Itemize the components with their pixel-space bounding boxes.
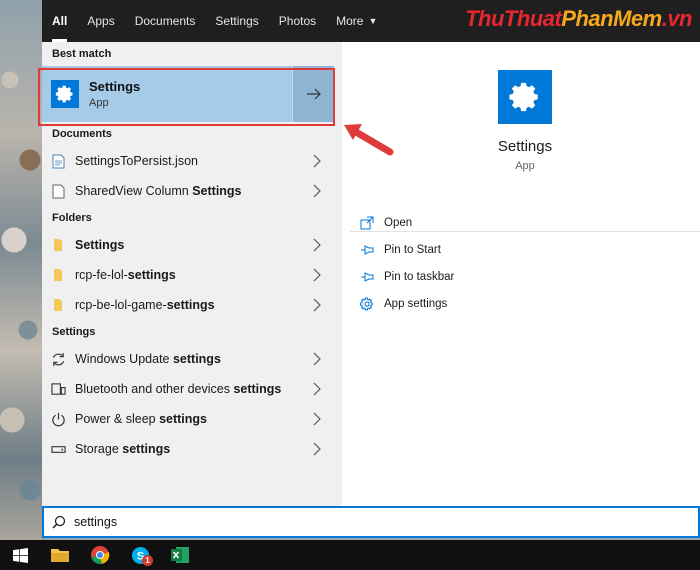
taskbar: S 1	[0, 540, 700, 570]
chevron-right-icon	[313, 382, 321, 396]
gear-icon	[51, 80, 79, 108]
section-best-match: Best match	[52, 48, 112, 60]
excel-icon	[171, 547, 189, 563]
chevron-right-icon	[313, 298, 321, 312]
result-label: Settings	[75, 238, 125, 252]
tab-settings[interactable]: Settings	[205, 0, 268, 42]
tab-photos[interactable]: Photos	[269, 0, 326, 42]
result-label: SharedView Column Settings	[75, 184, 242, 198]
folder-icon	[51, 549, 69, 562]
watermark-logo: ThuThuatPhanMem.vn	[465, 6, 692, 32]
taskbar-file-explorer[interactable]	[40, 540, 80, 570]
section-folders: Folders	[52, 212, 92, 224]
arrow-right-icon	[306, 88, 321, 100]
search-box[interactable]	[42, 506, 700, 538]
tab-more[interactable]: More ▼	[326, 0, 387, 42]
chrome-icon	[91, 546, 110, 564]
expand-arrow-button[interactable]	[292, 66, 334, 122]
action-pin-to-taskbar[interactable]: Pin to taskbar	[360, 267, 454, 287]
result-label: rcp-fe-lol-settings	[75, 268, 176, 282]
sync-icon	[50, 351, 66, 367]
tab-all[interactable]: All	[42, 0, 77, 42]
setting-result[interactable]: Bluetooth and other devices settings	[42, 374, 342, 404]
document-result[interactable]: SharedView Column Settings	[42, 176, 342, 206]
action-label: Pin to Start	[384, 244, 441, 256]
action-pin-to-start[interactable]: Pin to Start	[360, 240, 441, 260]
section-settings: Settings	[52, 326, 96, 338]
desktop-background	[0, 0, 42, 540]
best-match-main[interactable]: Settings App	[42, 66, 292, 122]
action-app-settings[interactable]: App settings	[360, 294, 447, 314]
best-match-item[interactable]: Settings App	[42, 66, 334, 122]
folder-icon	[50, 237, 66, 253]
result-label: Windows Update settings	[75, 352, 221, 366]
windows-logo-icon	[12, 547, 28, 563]
tab-label: Settings	[215, 14, 259, 28]
chevron-right-icon	[313, 442, 321, 456]
best-match-subtitle: App	[89, 97, 109, 109]
document-result[interactable]: SettingsToPersist.json	[42, 146, 342, 176]
section-documents: Documents	[52, 128, 112, 140]
result-label: Bluetooth and other devices settings	[75, 382, 282, 396]
setting-result[interactable]: Windows Update settings	[42, 344, 342, 374]
preview-title: Settings	[497, 138, 553, 155]
setting-result[interactable]: Storage settings	[42, 434, 342, 464]
chevron-right-icon	[313, 352, 321, 366]
storage-icon	[50, 441, 66, 457]
logo-text: ThuThuat	[465, 6, 562, 31]
taskbar-skype[interactable]: S 1	[120, 540, 160, 570]
power-icon	[50, 411, 66, 427]
search-icon	[52, 515, 66, 529]
folder-result[interactable]: rcp-be-lol-game-settings	[42, 290, 342, 320]
json-file-icon	[50, 153, 66, 169]
preview-panel: Settings App Open Pin to Start Pin to ta…	[342, 42, 700, 506]
folder-result[interactable]: Settings	[42, 230, 342, 260]
devices-icon	[50, 381, 66, 397]
tab-apps[interactable]: Apps	[77, 0, 124, 42]
tab-label: Documents	[134, 14, 196, 28]
pin-icon	[360, 270, 374, 284]
file-icon	[50, 183, 66, 199]
open-icon	[360, 216, 374, 230]
action-label: Pin to taskbar	[384, 271, 455, 283]
action-label: Open	[384, 217, 413, 229]
setting-result[interactable]: Power & sleep settings	[42, 404, 342, 434]
folder-icon	[50, 267, 66, 283]
preview-subtitle: App	[515, 160, 535, 172]
taskbar-excel[interactable]	[160, 540, 200, 570]
tab-label: More	[336, 14, 364, 28]
best-match-title: Settings	[89, 79, 141, 94]
chevron-right-icon	[313, 238, 321, 252]
taskbar-chrome[interactable]	[80, 540, 120, 570]
logo-text: .vn	[661, 6, 693, 31]
chevron-right-icon	[313, 268, 321, 282]
tab-documents[interactable]: Documents	[125, 0, 206, 42]
notification-badge: 1	[142, 555, 153, 566]
results-panel: Best match Settings App Documents Settin…	[42, 42, 342, 506]
tab-label: Photos	[278, 14, 317, 28]
logo-text: PhanMem	[561, 6, 662, 31]
annotation-arrow	[344, 124, 394, 156]
action-label: App settings	[384, 298, 448, 310]
search-scope-tabs: All Apps Documents Settings Photos More ▼…	[42, 0, 700, 42]
tab-label: All	[52, 14, 68, 28]
result-label: Storage settings	[75, 442, 171, 456]
chevron-right-icon	[313, 412, 321, 426]
search-input[interactable]	[74, 515, 634, 529]
gear-icon	[360, 297, 374, 311]
result-label: Power & sleep settings	[75, 412, 208, 426]
chevron-right-icon	[313, 184, 321, 198]
action-open[interactable]: Open	[360, 213, 412, 233]
start-button[interactable]	[0, 540, 40, 570]
folder-icon	[50, 297, 66, 313]
pin-icon	[360, 243, 374, 257]
gear-icon	[498, 70, 552, 124]
chevron-down-icon: ▼	[368, 16, 378, 26]
result-label: SettingsToPersist.json	[75, 154, 198, 168]
preview-header: Settings App	[350, 54, 700, 232]
tab-label: Apps	[87, 14, 115, 28]
chevron-right-icon	[313, 154, 321, 168]
result-label: rcp-be-lol-game-settings	[75, 298, 215, 312]
folder-result[interactable]: rcp-fe-lol-settings	[42, 260, 342, 290]
